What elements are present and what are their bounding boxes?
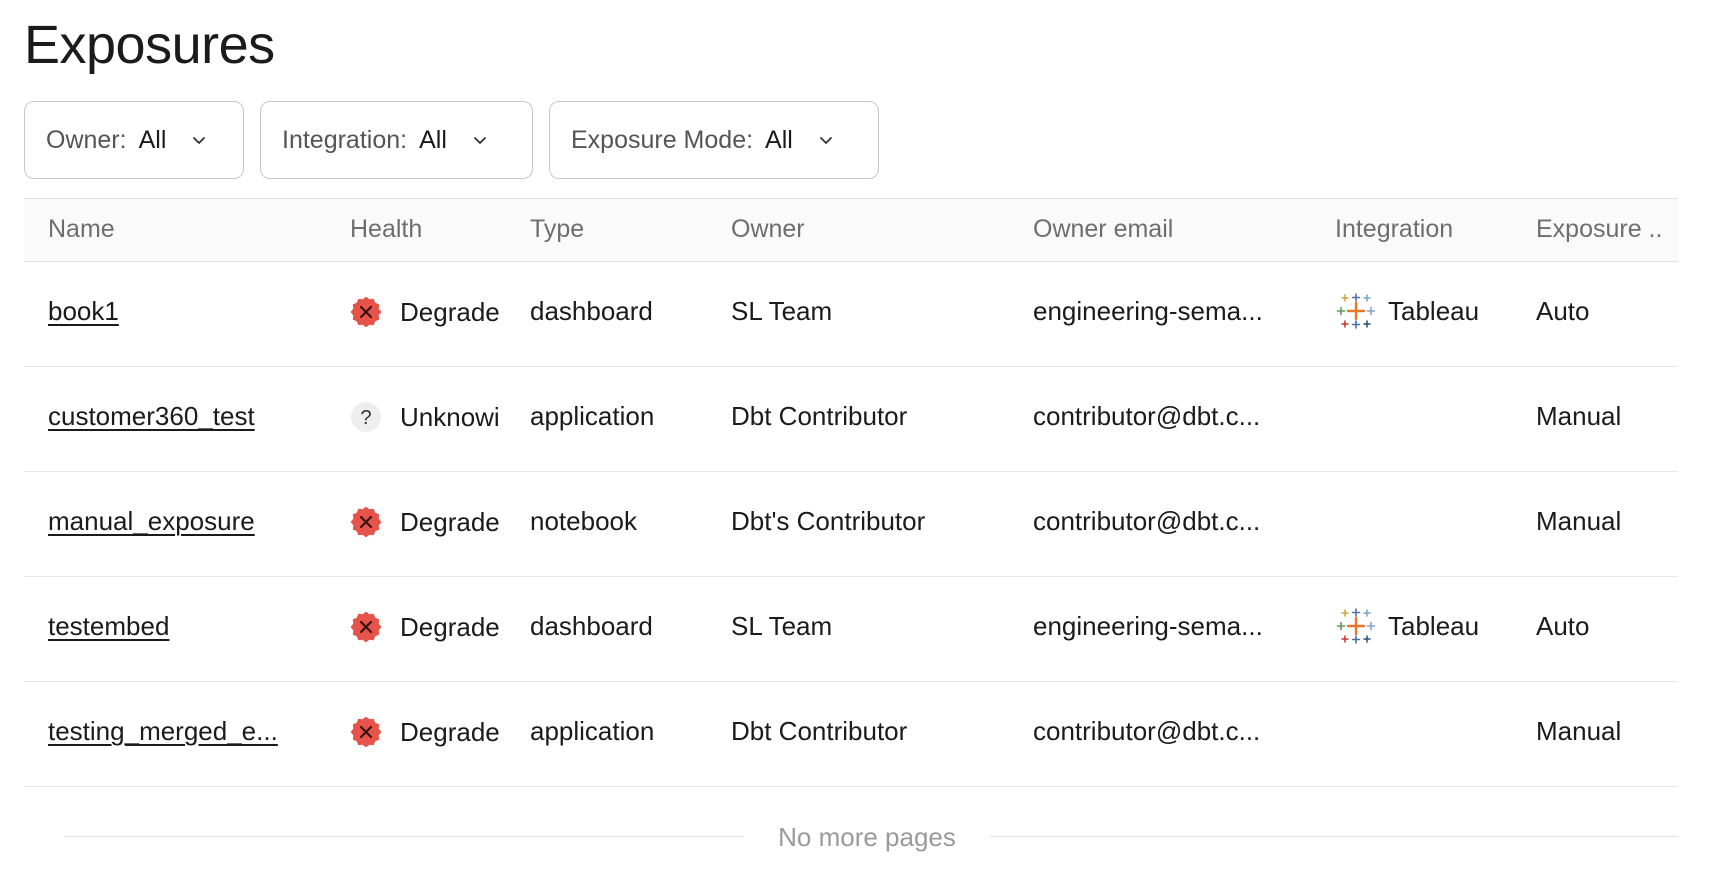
exposure-mode-cell: Manual bbox=[1536, 401, 1622, 431]
exposure-name-link[interactable]: manual_exposure bbox=[48, 506, 255, 536]
health-cell: ? Unknowi bbox=[350, 401, 510, 433]
owner-cell: SL Team bbox=[731, 296, 833, 326]
filter-value: All bbox=[765, 125, 793, 154]
owner-cell: Dbt's Contributor bbox=[731, 506, 926, 536]
chevron-down-icon bbox=[473, 137, 486, 144]
type-cell: dashboard bbox=[530, 611, 653, 641]
degraded-icon bbox=[350, 611, 382, 643]
table-body: book1 Degrade dashboard SL Team engineering-… bbox=[24, 262, 1678, 787]
health-cell: Degrade bbox=[350, 611, 510, 643]
type-cell: application bbox=[530, 401, 655, 431]
table-header: Name Health Type Owner Owner email Integ… bbox=[24, 199, 1678, 262]
integration-filter[interactable]: Integration: All bbox=[260, 101, 533, 179]
owner-cell: SL Team bbox=[731, 611, 833, 641]
filter-bar: Owner: All Integration: All Exposure Mod… bbox=[24, 101, 879, 179]
health-status: Degrade bbox=[400, 506, 500, 537]
degraded-icon bbox=[350, 506, 382, 538]
tableau-icon bbox=[1335, 290, 1377, 332]
filter-label: Exposure Mode: bbox=[571, 125, 754, 154]
column-header-health[interactable]: Health bbox=[350, 215, 422, 244]
health-cell: Degrade bbox=[350, 716, 510, 748]
column-header-name[interactable]: Name bbox=[48, 215, 115, 244]
integration-cell: Tableau bbox=[1335, 290, 1515, 332]
exposure-name-link[interactable]: testembed bbox=[48, 611, 169, 641]
health-status: Degrade bbox=[400, 296, 500, 327]
degraded-icon bbox=[350, 296, 382, 328]
owner-email-cell: contributor@dbt.c... bbox=[1033, 506, 1261, 536]
exposure-name-link[interactable]: customer360_test bbox=[48, 401, 255, 431]
name-cell: testing_merged_e... bbox=[48, 716, 308, 747]
filter-label: Integration: bbox=[282, 125, 408, 154]
pagination-footer: No more pages bbox=[64, 822, 1678, 852]
table-row[interactable]: book1 Degrade dashboard SL Team engineering-… bbox=[24, 262, 1678, 367]
column-header-owner[interactable]: Owner bbox=[731, 215, 805, 244]
name-cell: testembed bbox=[48, 611, 308, 642]
name-cell: book1 bbox=[48, 296, 308, 327]
column-header-owner-email[interactable]: Owner email bbox=[1033, 215, 1173, 244]
type-cell: notebook bbox=[530, 506, 637, 536]
exposure-name-link[interactable]: testing_merged_e... bbox=[48, 716, 278, 746]
owner-cell: Dbt Contributor bbox=[731, 716, 908, 746]
owner-email-cell: engineering-sema... bbox=[1033, 611, 1263, 641]
chevron-down-icon bbox=[819, 137, 832, 144]
table-row[interactable]: testing_merged_e... Degrade application Dbt… bbox=[24, 682, 1678, 787]
health-status: Degrade bbox=[400, 716, 500, 747]
health-cell: Degrade bbox=[350, 296, 510, 328]
health-status: Degrade bbox=[400, 611, 500, 642]
owner-cell: Dbt Contributor bbox=[731, 401, 908, 431]
table-row[interactable]: manual_exposure Degrade notebook Dbt's Cont… bbox=[24, 472, 1678, 577]
integration-name: Tableau bbox=[1388, 295, 1480, 326]
name-cell: customer360_test bbox=[48, 401, 308, 432]
exposure-mode-cell: Auto bbox=[1536, 611, 1590, 641]
filter-value: All bbox=[419, 125, 447, 154]
column-header-integration[interactable]: Integration bbox=[1335, 215, 1453, 244]
divider bbox=[64, 836, 744, 837]
integration-name: Tableau bbox=[1388, 610, 1480, 641]
owner-email-cell: contributor@dbt.c... bbox=[1033, 401, 1261, 431]
owner-email-cell: engineering-sema... bbox=[1033, 296, 1263, 326]
exposure-mode-filter[interactable]: Exposure Mode: All bbox=[549, 101, 879, 179]
table-row[interactable]: testembed Degrade dashboard SL Team engineer… bbox=[24, 577, 1678, 682]
exposure-mode-cell: Auto bbox=[1536, 296, 1590, 326]
divider bbox=[990, 836, 1678, 837]
column-header-type[interactable]: Type bbox=[530, 215, 584, 244]
column-header-exposure-mode[interactable]: Exposure .. bbox=[1536, 215, 1662, 244]
exposure-mode-cell: Manual bbox=[1536, 506, 1622, 536]
filter-label: Owner: bbox=[46, 125, 127, 154]
exposures-page: Exposures Owner: All Integration: All Ex… bbox=[0, 0, 1732, 870]
name-cell: manual_exposure bbox=[48, 506, 308, 537]
owner-email-cell: contributor@dbt.c... bbox=[1033, 716, 1261, 746]
degraded-icon bbox=[350, 716, 382, 748]
type-cell: application bbox=[530, 716, 655, 746]
type-cell: dashboard bbox=[530, 296, 653, 326]
health-status: Unknowi bbox=[400, 401, 500, 432]
filter-value: All bbox=[138, 125, 167, 154]
health-cell: Degrade bbox=[350, 506, 510, 538]
no-more-pages-text: No more pages bbox=[778, 822, 956, 852]
exposure-mode-cell: Manual bbox=[1536, 716, 1622, 746]
tableau-icon bbox=[1335, 605, 1377, 647]
page-title: Exposures bbox=[24, 15, 275, 75]
svg-text:?: ? bbox=[360, 407, 371, 429]
chevron-down-icon bbox=[193, 137, 206, 144]
table-row[interactable]: customer360_test? Unknowi application Dbt C… bbox=[24, 367, 1678, 472]
unknown-icon: ? bbox=[350, 401, 382, 433]
exposure-name-link[interactable]: book1 bbox=[48, 296, 119, 326]
integration-cell: Tableau bbox=[1335, 605, 1515, 647]
exposures-table: Name Health Type Owner Owner email Integ… bbox=[24, 198, 1678, 787]
owner-filter[interactable]: Owner: All bbox=[24, 101, 244, 179]
